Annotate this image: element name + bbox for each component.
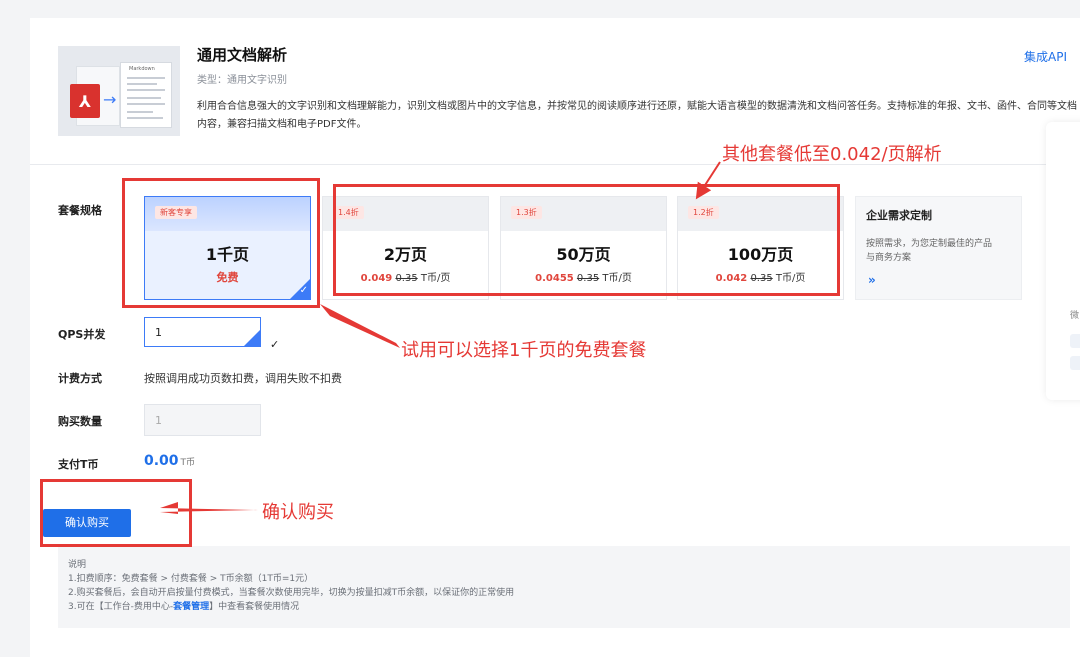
annotation-arrows xyxy=(160,161,721,514)
arrow-to-free xyxy=(320,304,400,348)
arrow-to-confirm xyxy=(160,502,258,514)
arrow-to-other xyxy=(695,161,721,200)
